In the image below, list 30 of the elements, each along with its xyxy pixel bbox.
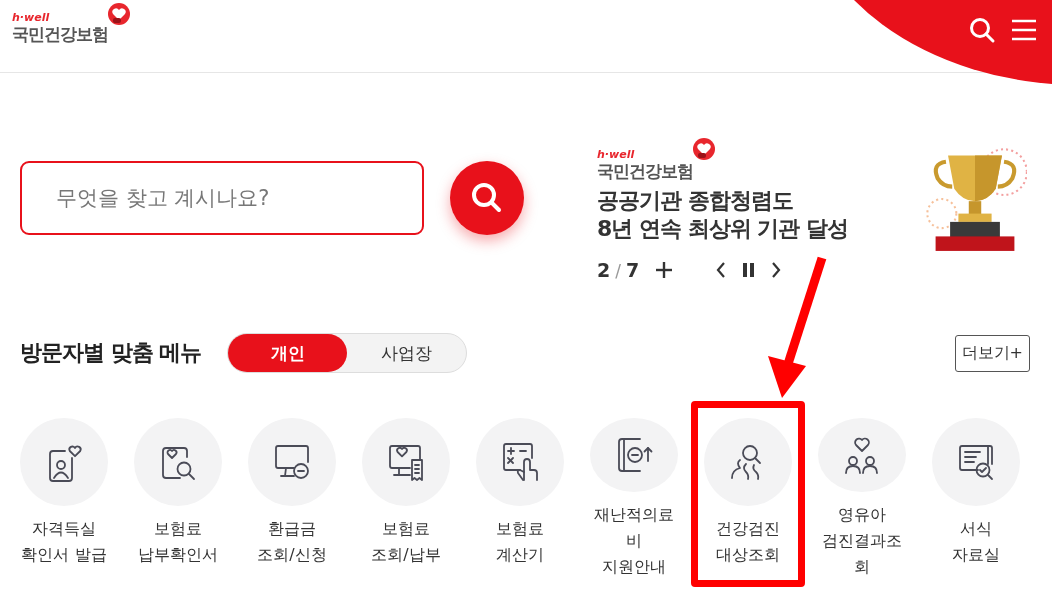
menu-item[interactable]: 환급금 조회/신청 <box>235 401 349 587</box>
heart-logo-icon <box>691 137 717 163</box>
menu-item[interactable]: 자격득실 확인서 발급 <box>7 401 121 587</box>
menu-item[interactable]: 보험료 납부확인서 <box>121 401 235 587</box>
banner-title: 공공기관 종합청렴도 8년 연속 최상위 기관 달성 <box>597 187 848 243</box>
menu-item[interactable]: 건강검진 대상조회 <box>691 401 805 587</box>
slide-counter-total: 7 <box>625 259 640 281</box>
heart-logo-icon <box>106 2 132 28</box>
search-icon[interactable] <box>968 16 996 44</box>
previous-icon[interactable] <box>715 261 728 279</box>
menu-item[interactable]: 재난적의료 비 지원안내 <box>577 401 691 587</box>
more-button[interactable]: 더보기+ <box>954 334 1030 372</box>
logo-tagline: h·well <box>597 149 636 161</box>
plus-icon[interactable] <box>655 261 674 279</box>
pause-icon[interactable] <box>741 262 757 278</box>
logo-name: 국민건강보험 <box>12 24 108 44</box>
search-field[interactable]: 무엇을 찾고 계시나요? <box>20 161 424 235</box>
slide-counter-separator: / <box>615 261 621 281</box>
logo-tagline: h·well <box>12 12 51 24</box>
tab[interactable]: 개인 <box>228 334 348 372</box>
logo-name: 국민건강보험 <box>597 161 693 181</box>
tab[interactable]: 사업장 <box>347 334 467 372</box>
search-button[interactable] <box>450 161 524 235</box>
menu-item[interactable]: 영유아 검진결과조 회 <box>805 401 919 587</box>
menu-item[interactable]: 서식 자료실 <box>919 401 1033 587</box>
menu-item[interactable]: 보험료 조회/납부 <box>349 401 463 587</box>
menu-item[interactable]: 보험료 계산기 <box>463 401 577 587</box>
section-title: 방문자별 맞춤 메뉴 <box>20 339 202 367</box>
next-icon[interactable] <box>770 261 783 279</box>
slide-counter-current: 2 <box>597 259 611 281</box>
